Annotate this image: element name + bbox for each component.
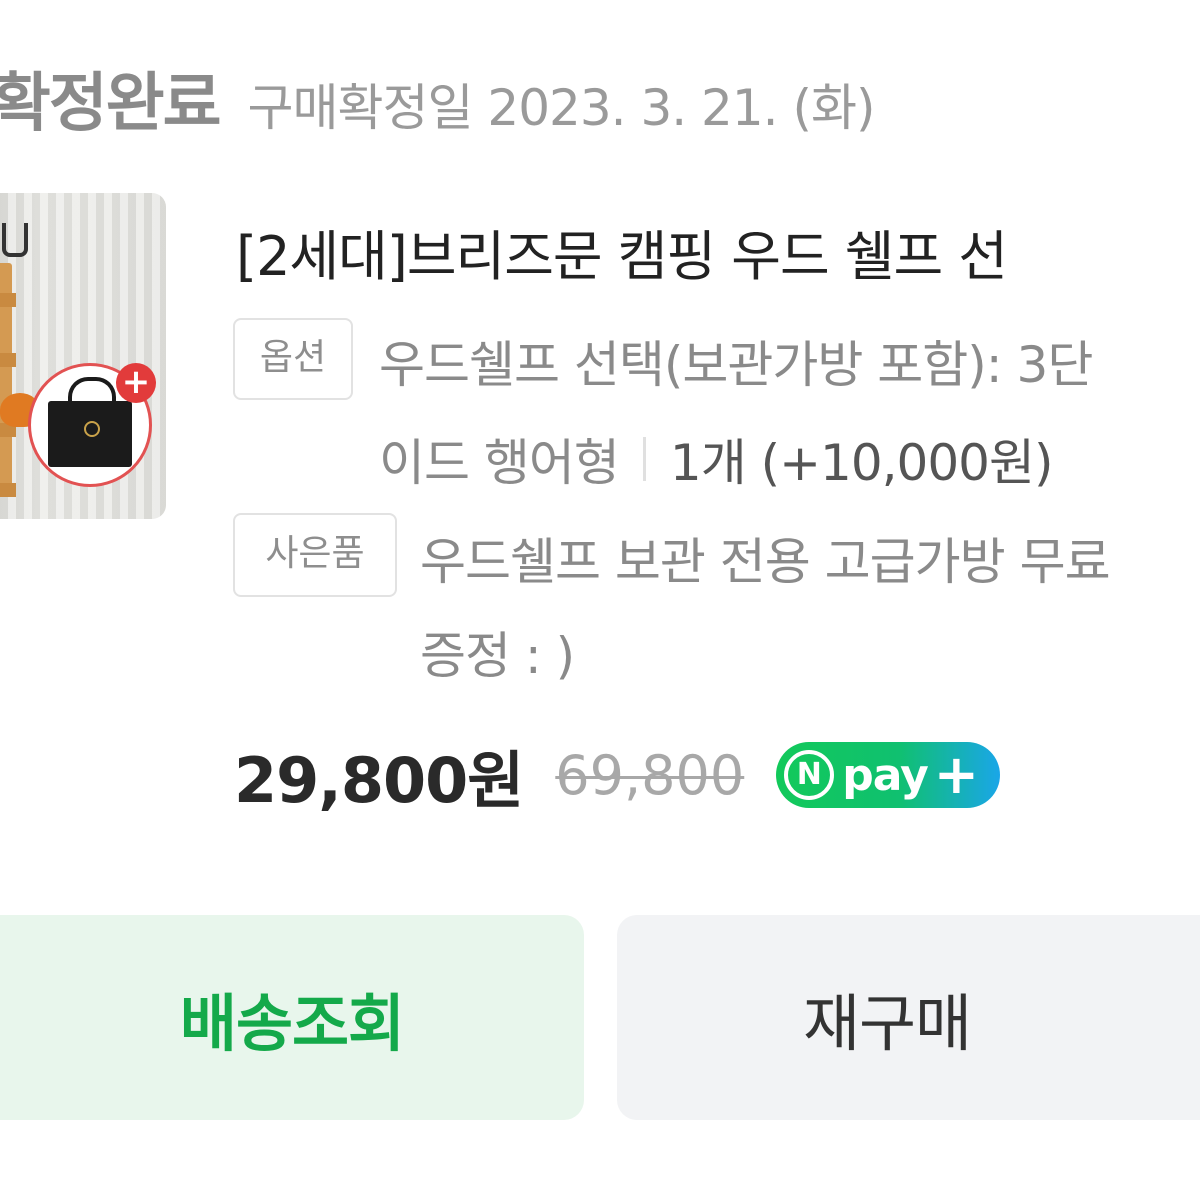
order-item-card: 확정완료 구매확정일 2023. 3. 21. (화) + [2세대]브리즈문 …: [0, 0, 1200, 1200]
npay-plus-icon: +: [933, 743, 980, 806]
shelf-board: [0, 353, 16, 367]
track-delivery-button[interactable]: 배송조회: [0, 915, 584, 1120]
npay-plus-badge: N pay +: [776, 742, 1001, 808]
option-tag: 옵션: [233, 318, 353, 400]
order-status-row: 확정완료 구매확정일 2023. 3. 21. (화): [0, 52, 876, 144]
hanger-hook-shape: [2, 223, 28, 257]
current-price: 29,800원: [234, 744, 524, 817]
plus-icon: +: [116, 363, 156, 403]
divider: [642, 437, 646, 481]
order-status-title: 확정완료: [0, 67, 222, 141]
rebuy-button[interactable]: 재구매: [617, 915, 1200, 1120]
gift-tag: 사은품: [233, 513, 397, 597]
option-quantity: 1개 (+10,000원): [669, 434, 1054, 492]
option-text: 우드쉘프 선택(보관가방 포함): 3단: [379, 336, 1093, 394]
purchase-confirm-date: 구매확정일 2023. 3. 21. (화): [247, 79, 876, 137]
npay-label: pay: [842, 749, 929, 801]
price-row: 29,800원 69,800 N pay +: [234, 730, 1001, 820]
product-title[interactable]: [2세대]브리즈문 캠핑 우드 쉘프 선: [236, 212, 1008, 291]
option-text-line2: 이드 행어형 1개 (+10,000원): [379, 423, 1054, 495]
rebuy-label: 재구매: [802, 986, 972, 1060]
product-thumbnail[interactable]: +: [0, 193, 166, 519]
bag-logo-icon: [84, 421, 100, 437]
track-delivery-label: 배송조회: [179, 986, 405, 1060]
shelf-board: [0, 293, 16, 307]
gift-text-line2: 증정 : ): [420, 627, 575, 685]
original-price: 69,800: [555, 743, 745, 807]
naver-n-icon: N: [784, 750, 835, 800]
option-name-continued: 이드 행어형: [379, 434, 620, 492]
shelf-board: [0, 483, 16, 497]
gift-text: 우드쉘프 보관 전용 고급가방 무료: [420, 533, 1111, 591]
